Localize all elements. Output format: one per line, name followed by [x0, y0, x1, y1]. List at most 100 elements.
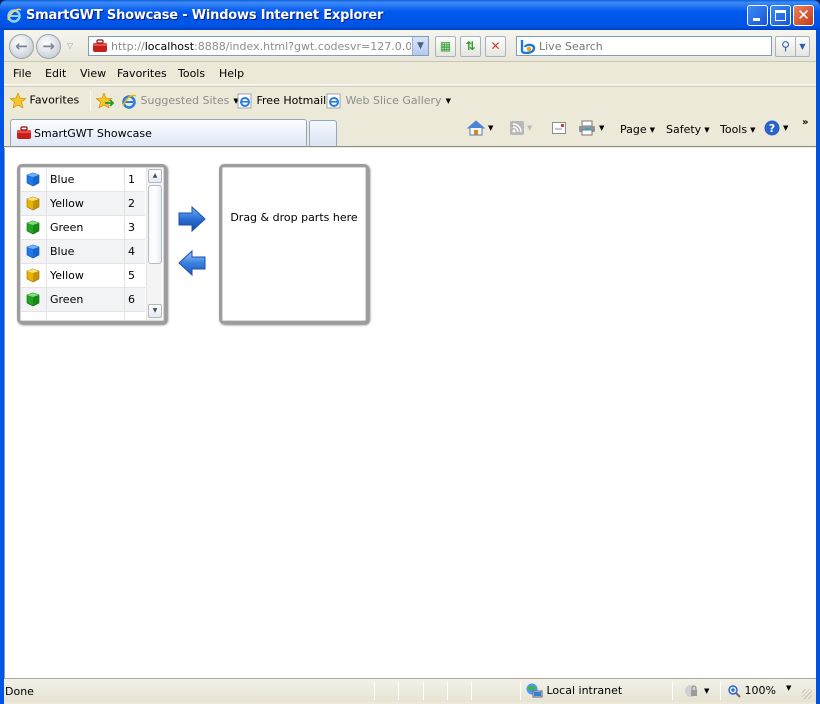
status-separator: [520, 682, 521, 700]
refresh-button[interactable]: ⇅: [460, 36, 481, 57]
parts-grid-row[interactable]: Blue 1: [21, 168, 145, 192]
favorites-button[interactable]: Favorites: [10, 93, 79, 108]
recent-pages-dropdown[interactable]: ▽: [67, 41, 73, 50]
status-separator: [374, 682, 375, 700]
favorites-separator: [90, 91, 91, 111]
close-button[interactable]: ✕: [793, 5, 814, 26]
chevron-down-icon: ▼: [527, 124, 533, 132]
maximize-icon: [775, 10, 786, 21]
icon-cell: [21, 264, 47, 287]
parts-grid-row[interactable]: Green 3: [21, 216, 145, 240]
drop-zone[interactable]: Drag & drop parts here: [219, 164, 369, 324]
security-zone[interactable]: Local intranet: [525, 683, 622, 699]
printer-icon: [579, 120, 595, 136]
link-label: Web Slice Gallery: [345, 94, 442, 107]
home-button[interactable]: ▼: [467, 120, 493, 136]
page-menu-label: Page: [620, 123, 647, 136]
compatibility-view-button[interactable]: ▦: [435, 36, 456, 57]
protected-mode-icon: [685, 685, 697, 697]
forward-button[interactable]: →: [36, 34, 61, 59]
search-input[interactable]: [539, 38, 767, 54]
ie-logo-icon: [7, 8, 22, 23]
resize-grip[interactable]: [802, 689, 812, 699]
scroll-thumb[interactable]: [148, 185, 162, 264]
chevron-down-icon: ▼: [750, 126, 756, 134]
menu-view[interactable]: View: [80, 67, 106, 80]
protected-mode-button[interactable]: ▼: [684, 684, 709, 698]
page-content: Blue 1 Yellow 2 Green 3 Blue 4 Yellow 5 Green 6 ▲ ▼…: [4, 148, 816, 678]
parts-grid-row[interactable]: Green 6: [21, 288, 145, 312]
page-menu-button[interactable]: Page ▼: [620, 123, 655, 136]
move-right-button[interactable]: [178, 206, 206, 232]
stop-button[interactable]: ✕: [485, 36, 506, 57]
icon-cell: [21, 168, 47, 191]
minimize-icon: [753, 18, 760, 21]
count-cell: 2: [128, 197, 135, 210]
back-arrow-icon: ←: [15, 37, 28, 55]
maximize-button[interactable]: [770, 5, 791, 26]
minimize-button[interactable]: [747, 5, 768, 26]
stop-icon: ✕: [490, 39, 501, 53]
favorites-label: Favorites: [29, 93, 80, 107]
add-to-favorites-bar-button[interactable]: [96, 93, 114, 108]
menu-edit[interactable]: Edit: [45, 67, 66, 80]
home-icon: [467, 120, 485, 136]
menu-bar: File Edit View Favorites Tools Help: [4, 63, 816, 85]
search-button[interactable]: ⚲: [775, 36, 796, 57]
blue-cube-icon: [26, 172, 40, 187]
menu-tools[interactable]: Tools: [178, 67, 205, 80]
chevron-down-icon: ▼: [704, 126, 710, 134]
title-bar: SmartGWT Showcase - Windows Internet Exp…: [0, 0, 820, 30]
back-button[interactable]: ←: [9, 34, 34, 59]
browser-window: SmartGWT Showcase - Windows Internet Exp…: [0, 0, 820, 704]
address-bar[interactable]: http://localhost:8888/index.html?gwt.cod…: [88, 36, 429, 56]
scroll-up-icon: ▲: [152, 172, 158, 179]
parts-grid-row[interactable]: Blue 4: [21, 240, 145, 264]
link-label: Free Hotmail: [256, 94, 327, 107]
scroll-up-button[interactable]: ▲: [148, 169, 162, 183]
status-separator: [471, 682, 472, 700]
tab-smartgwt-showcase[interactable]: SmartGWT Showcase: [10, 119, 307, 146]
parts-grid-scrollbar[interactable]: ▲ ▼: [146, 168, 162, 320]
color-cell: [47, 312, 125, 320]
parts-grid-row[interactable]: Yellow 2: [21, 192, 145, 216]
zoom-dropdown[interactable]: ▼: [786, 684, 791, 692]
safety-menu-button[interactable]: Safety ▼: [666, 123, 710, 136]
parts-grid-row[interactable]: Yellow 5: [21, 264, 145, 288]
parts-grid: Blue 1 Yellow 2 Green 3 Blue 4 Yellow 5 Green 6 ▲ ▼: [17, 164, 167, 324]
icon-cell: [21, 312, 47, 320]
menu-favorites[interactable]: Favorites: [117, 67, 167, 80]
address-url[interactable]: http://localhost:8888/index.html?gwt.cod…: [111, 40, 411, 53]
command-bar-overflow-button[interactable]: »: [802, 117, 808, 128]
move-left-button[interactable]: [178, 250, 206, 276]
address-dropdown-button[interactable]: ▼: [412, 37, 428, 55]
print-button[interactable]: ▼: [578, 120, 604, 136]
mail-icon: [552, 122, 566, 134]
refresh-icon: ⇅: [465, 39, 476, 53]
chevron-down-icon: ▼: [488, 124, 494, 132]
navigation-bar: ← → ▽ http://localhost:8888/index.html?g…: [4, 30, 816, 62]
scroll-down-icon: ▼: [152, 307, 158, 314]
feeds-button[interactable]: ▼: [510, 121, 532, 135]
tab-bar: SmartGWT Showcase ▼ ▼ ▼ Page ▼ Safety ▼ To…: [4, 115, 816, 147]
favorites-link-free-hotmail[interactable]: Free Hotmail: [237, 93, 326, 109]
blue-cube-icon: [26, 244, 40, 259]
forward-arrow-icon: →: [42, 37, 55, 55]
favorites-link-web-slice-gallery[interactable]: Web Slice Gallery ▼: [326, 93, 451, 109]
help-menu-button[interactable]: ? ▼: [764, 120, 788, 136]
scroll-down-button[interactable]: ▼: [148, 304, 162, 318]
count-cell: 6: [128, 293, 135, 306]
zoom-level: 100%: [744, 684, 776, 697]
ie-page-icon: [122, 94, 137, 109]
favorites-link-suggested-sites[interactable]: Suggested Sites ▼: [121, 93, 239, 109]
new-tab-button[interactable]: [309, 120, 337, 146]
count-cell: 4: [128, 245, 135, 258]
search-options-dropdown[interactable]: ▼: [796, 36, 810, 57]
menu-file[interactable]: File: [13, 67, 31, 80]
tools-menu-button[interactable]: Tools ▼: [720, 123, 756, 136]
menu-help[interactable]: Help: [219, 67, 244, 80]
zoom-button[interactable]: 100%: [728, 684, 776, 698]
read-mail-button[interactable]: [552, 121, 566, 134]
search-box[interactable]: [516, 36, 772, 56]
url-path: :8888/index.html?gwt.codesvr=127.0.0.1:9…: [194, 40, 411, 53]
